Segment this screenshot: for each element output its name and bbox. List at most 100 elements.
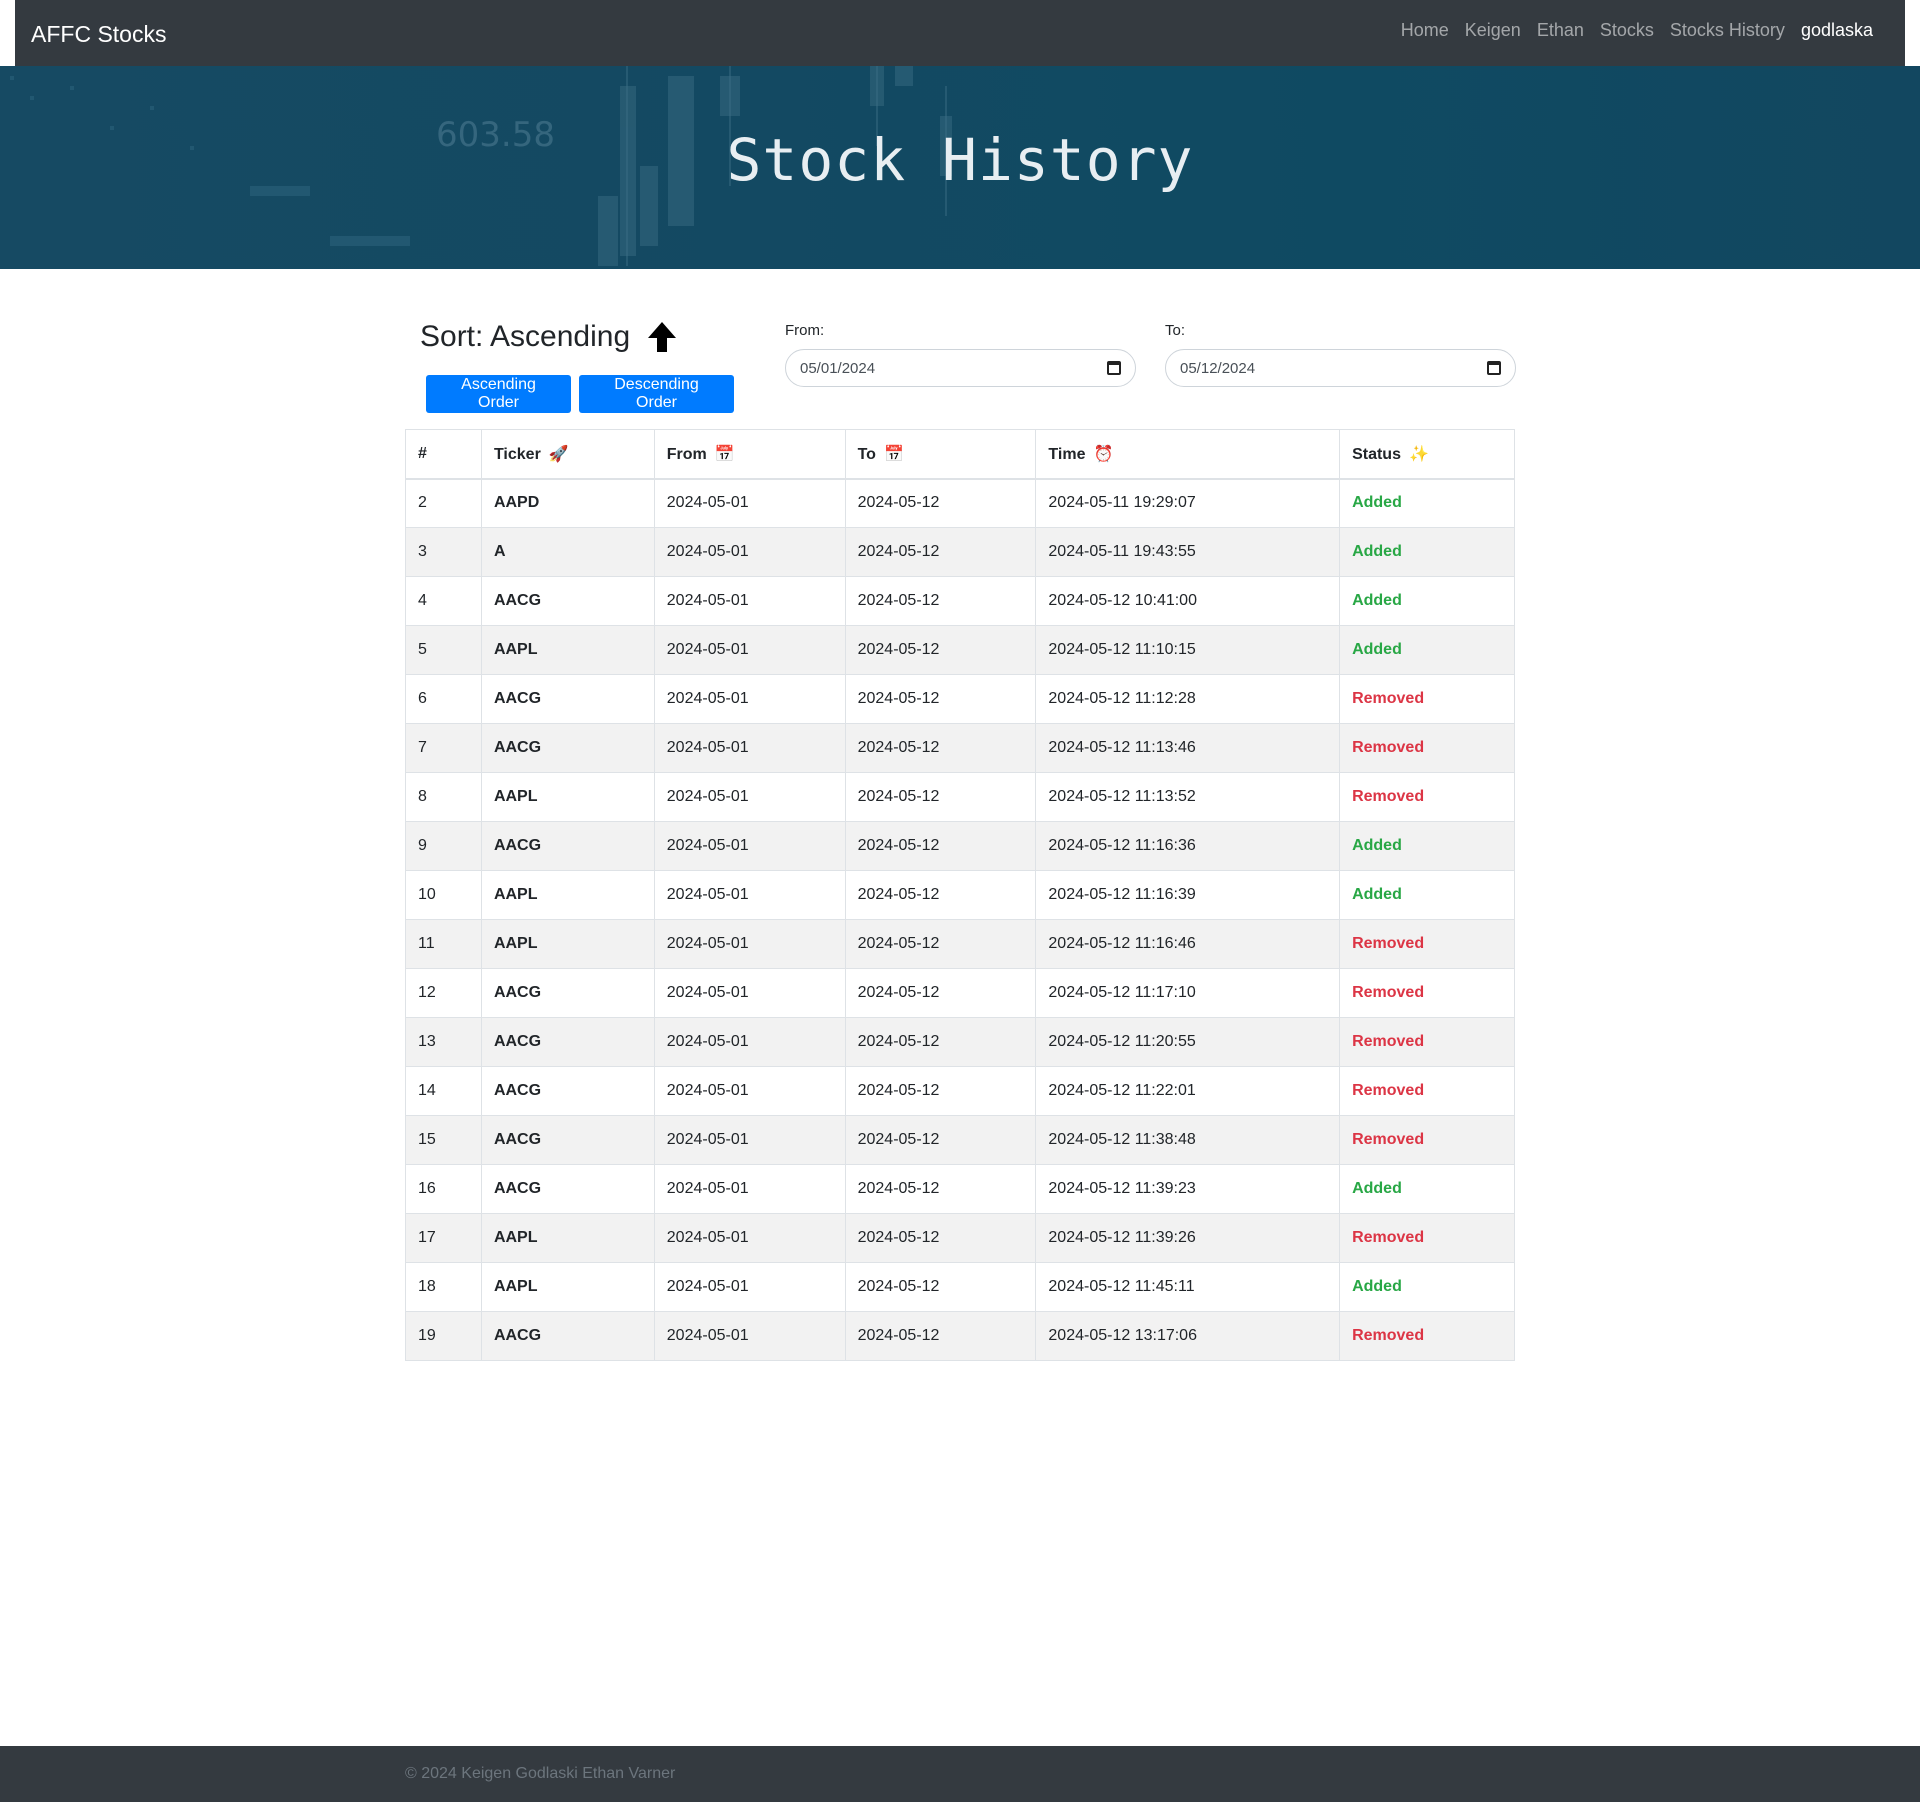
- table-row: 10 AAPL 2024-05-01 2024-05-12 2024-05-12 11:…: [405, 870, 1515, 920]
- row-from-date: 2024-05-01: [653, 1164, 846, 1214]
- nav-user[interactable]: godlaska: [1793, 20, 1881, 41]
- row-from-date: 2024-05-01: [653, 968, 846, 1018]
- row-time: 2024-05-12 11:16:36: [1035, 821, 1341, 871]
- row-time: 2024-05-12 11:39:26: [1035, 1213, 1341, 1263]
- row-status: Added: [1339, 576, 1515, 626]
- row-status: Removed: [1339, 1311, 1515, 1361]
- calendar-picker-icon[interactable]: [1487, 361, 1501, 375]
- row-from-date: 2024-05-01: [653, 1213, 846, 1263]
- nav-home[interactable]: Home: [1393, 20, 1457, 41]
- row-time: 2024-05-12 10:41:00: [1035, 576, 1341, 626]
- status-badge: Removed: [1352, 788, 1425, 805]
- nav-stocks[interactable]: Stocks: [1592, 20, 1662, 41]
- header-status: Status ✨: [1339, 429, 1515, 480]
- table-row: 19 AACG 2024-05-01 2024-05-12 2024-05-12 13:…: [405, 1311, 1515, 1361]
- row-number: 2: [405, 478, 482, 528]
- from-date-value: 05/01/2024: [800, 359, 876, 377]
- status-badge: Added: [1352, 592, 1402, 609]
- table-row: 12 AACG 2024-05-01 2024-05-12 2024-05-12 11:…: [405, 968, 1515, 1018]
- row-ticker: AAPL: [480, 919, 655, 969]
- row-ticker: AACG: [480, 576, 655, 626]
- stock-history-table: # Ticker 🚀 From 📅 To 📅 Time ⏰ Status ✨ 2 AAPD 2…: [405, 429, 1515, 1361]
- table-row: 11 AAPL 2024-05-01 2024-05-12 2024-05-12 11:…: [405, 919, 1515, 969]
- rocket-icon: 🚀: [548, 445, 569, 463]
- status-badge: Added: [1352, 1180, 1402, 1197]
- table-row: 4 AACG 2024-05-01 2024-05-12 2024-05-12 10:4…: [405, 576, 1515, 626]
- row-to-date: 2024-05-12: [844, 870, 1037, 920]
- status-badge: Removed: [1352, 1082, 1425, 1099]
- row-status: Added: [1339, 527, 1515, 577]
- descending-order-button[interactable]: Descending Order: [579, 375, 734, 413]
- row-ticker: AACG: [480, 1311, 655, 1361]
- row-to-date: 2024-05-12: [844, 968, 1037, 1018]
- row-time: 2024-05-12 11:22:01: [1035, 1066, 1341, 1116]
- row-number: 15: [405, 1115, 482, 1165]
- row-ticker: AAPD: [480, 478, 655, 528]
- row-status: Removed: [1339, 772, 1515, 822]
- row-status: Removed: [1339, 1017, 1515, 1067]
- row-status: Removed: [1339, 919, 1515, 969]
- status-badge: Removed: [1352, 1033, 1425, 1050]
- header-to: To 📅: [844, 429, 1037, 480]
- from-date-label: From:: [785, 322, 825, 339]
- page-footer: © 2024 Keigen Godlaski Ethan Varner: [0, 1746, 1920, 1802]
- nav-links: Home Keigen Ethan Stocks Stocks History …: [1393, 20, 1881, 41]
- status-badge: Removed: [1352, 739, 1425, 756]
- to-date-input[interactable]: 05/12/2024: [1165, 349, 1516, 387]
- nav-keigen[interactable]: Keigen: [1457, 20, 1529, 41]
- alarm-clock-icon: ⏰: [1093, 445, 1114, 463]
- row-number: 17: [405, 1213, 482, 1263]
- row-time: 2024-05-12 11:17:10: [1035, 968, 1341, 1018]
- row-number: 18: [405, 1262, 482, 1312]
- row-status: Added: [1339, 625, 1515, 675]
- row-to-date: 2024-05-12: [844, 1164, 1037, 1214]
- row-ticker: A: [480, 527, 655, 577]
- row-time: 2024-05-12 11:12:28: [1035, 674, 1341, 724]
- row-status: Removed: [1339, 968, 1515, 1018]
- row-to-date: 2024-05-12: [844, 478, 1037, 528]
- sort-heading: Sort: Ascending: [420, 320, 678, 354]
- nav-ethan[interactable]: Ethan: [1529, 20, 1592, 41]
- table-row: 5 AAPL 2024-05-01 2024-05-12 2024-05-12 11:1…: [405, 625, 1515, 675]
- status-badge: Removed: [1352, 935, 1425, 952]
- status-badge: Removed: [1352, 1131, 1425, 1148]
- row-ticker: AAPL: [480, 870, 655, 920]
- row-ticker: AACG: [480, 821, 655, 871]
- row-to-date: 2024-05-12: [844, 625, 1037, 675]
- row-from-date: 2024-05-01: [653, 527, 846, 577]
- row-status: Added: [1339, 478, 1515, 528]
- row-time: 2024-05-11 19:29:07: [1035, 478, 1341, 528]
- row-from-date: 2024-05-01: [653, 821, 846, 871]
- nav-stocks-history[interactable]: Stocks History: [1662, 20, 1793, 41]
- sort-title: Sort: Ascending: [420, 320, 631, 353]
- table-row: 3 A 2024-05-01 2024-05-12 2024-05-11 19:43:5…: [405, 527, 1515, 577]
- row-ticker: AACG: [480, 674, 655, 724]
- brand-link[interactable]: AFFC Stocks: [31, 21, 166, 48]
- row-time: 2024-05-12 11:20:55: [1035, 1017, 1341, 1067]
- row-number: 13: [405, 1017, 482, 1067]
- header-time: Time ⏰: [1035, 429, 1341, 480]
- row-number: 11: [405, 919, 482, 969]
- row-status: Removed: [1339, 1066, 1515, 1116]
- row-number: 5: [405, 625, 482, 675]
- row-from-date: 2024-05-01: [653, 1066, 846, 1116]
- row-time: 2024-05-12 11:39:23: [1035, 1164, 1341, 1214]
- row-time: 2024-05-11 19:43:55: [1035, 527, 1341, 577]
- calendar-picker-icon[interactable]: [1107, 361, 1121, 375]
- row-status: Added: [1339, 1164, 1515, 1214]
- table-row: 18 AAPL 2024-05-01 2024-05-12 2024-05-12 11:…: [405, 1262, 1515, 1312]
- ascending-order-button[interactable]: Ascending Order: [426, 375, 571, 413]
- table-row: 17 AAPL 2024-05-01 2024-05-12 2024-05-12 11:…: [405, 1213, 1515, 1263]
- row-ticker: AACG: [480, 1017, 655, 1067]
- row-number: 7: [405, 723, 482, 773]
- status-badge: Added: [1352, 641, 1402, 658]
- arrow-up-icon: [648, 322, 677, 352]
- row-from-date: 2024-05-01: [653, 919, 846, 969]
- row-time: 2024-05-12 11:10:15: [1035, 625, 1341, 675]
- row-number: 9: [405, 821, 482, 871]
- from-date-input[interactable]: 05/01/2024: [785, 349, 1136, 387]
- row-to-date: 2024-05-12: [844, 821, 1037, 871]
- row-to-date: 2024-05-12: [844, 1017, 1037, 1067]
- row-time: 2024-05-12 11:45:11: [1035, 1262, 1341, 1312]
- row-number: 4: [405, 576, 482, 626]
